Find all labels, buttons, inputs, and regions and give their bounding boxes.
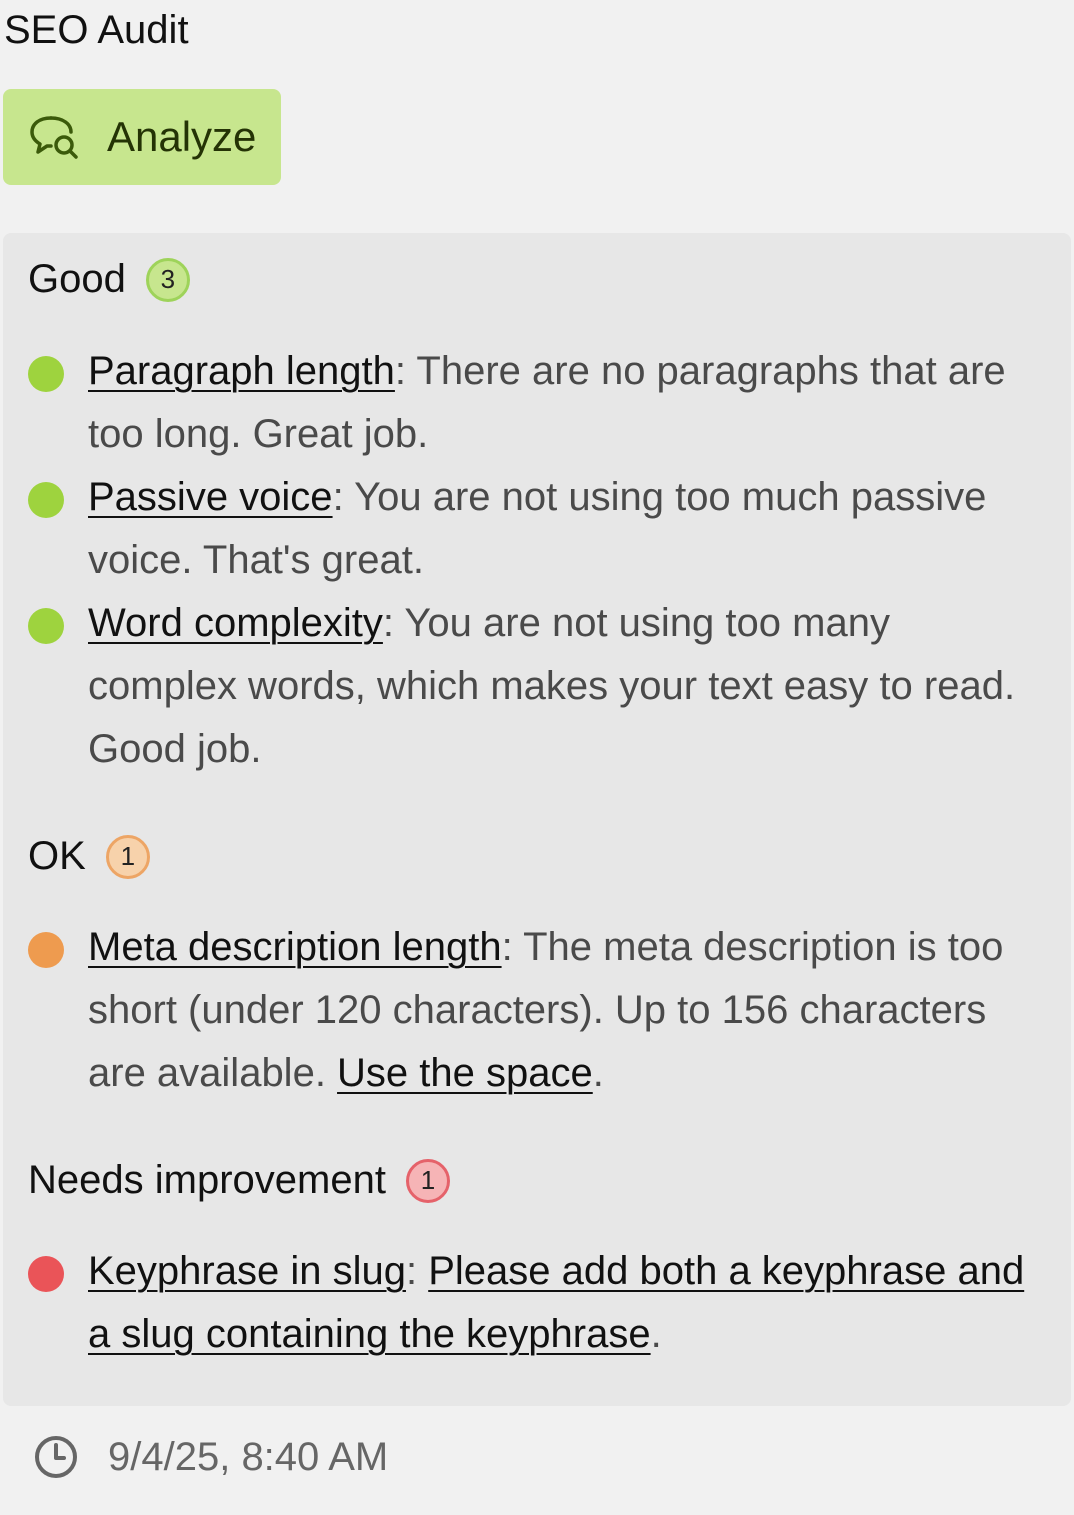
status-dot-good (28, 482, 64, 518)
assessment-link[interactable]: Passive voice (88, 475, 333, 519)
section-heading-needs-improvement: Needs improvement 1 (28, 1158, 450, 1203)
status-dot-good (28, 608, 64, 644)
assessment-link[interactable]: Meta description length (88, 925, 502, 969)
last-analyzed: 9/4/25, 8:40 AM (32, 1433, 388, 1481)
status-dot-bad (28, 1256, 64, 1292)
assessment-link[interactable]: Word complexity (88, 601, 383, 645)
assessment-link[interactable]: Keyphrase in slug (88, 1249, 406, 1293)
section-title: OK (28, 834, 86, 878)
section-heading-good: Good 3 (28, 257, 190, 302)
results-panel: Good 3 Paragraph length: There are no pa… (3, 233, 1071, 1406)
use-the-space-link[interactable]: Use the space (337, 1051, 593, 1095)
seo-audit-panel: SEO Audit Analyze Good 3 Paragraph lengt… (0, 0, 1074, 1515)
search-chat-icon (30, 116, 78, 159)
page-title: SEO Audit (4, 8, 189, 52)
count-badge: 3 (145, 257, 190, 302)
count-badge: 1 (405, 1158, 450, 1203)
assessment-link[interactable]: Paragraph length (88, 349, 395, 393)
section-heading-ok: OK 1 (28, 834, 150, 879)
analyze-button[interactable]: Analyze (3, 89, 281, 185)
status-dot-ok (28, 932, 64, 968)
analyze-button-label: Analyze (107, 113, 257, 160)
status-dot-good (28, 356, 64, 392)
clock-icon (35, 1436, 77, 1478)
count-badge: 1 (105, 834, 150, 879)
section-title: Needs improvement (28, 1158, 386, 1202)
timestamp-text: 9/4/25, 8:40 AM (108, 1434, 389, 1479)
section-title: Good (28, 257, 126, 301)
